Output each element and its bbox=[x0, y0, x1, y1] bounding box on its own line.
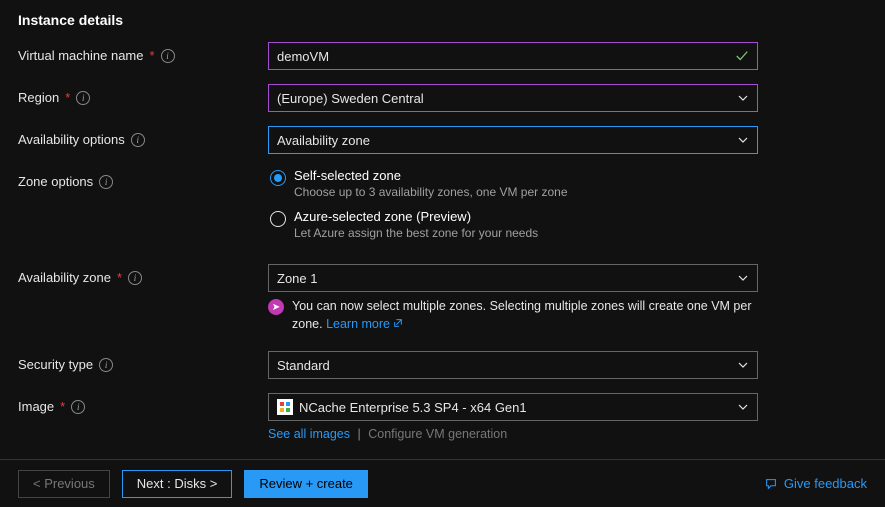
availability-options-select[interactable]: Availability zone bbox=[268, 126, 758, 154]
previous-button: < Previous bbox=[18, 470, 110, 498]
zone-option-self[interactable]: Self-selected zone Choose up to 3 availa… bbox=[270, 168, 867, 199]
required-indicator: * bbox=[60, 399, 65, 414]
label-image: Image bbox=[18, 399, 54, 414]
chevron-down-icon bbox=[737, 272, 749, 284]
vm-name-input[interactable]: demoVM bbox=[268, 42, 758, 70]
label-region: Region bbox=[18, 90, 59, 105]
label-vm-name: Virtual machine name bbox=[18, 48, 144, 63]
availability-zone-value: Zone 1 bbox=[277, 271, 317, 286]
separator: | bbox=[357, 427, 360, 441]
zone-option-azure-desc: Let Azure assign the best zone for your … bbox=[294, 226, 538, 240]
label-availability-zone: Availability zone bbox=[18, 270, 111, 285]
see-all-images-link[interactable]: See all images bbox=[268, 427, 350, 441]
security-type-value: Standard bbox=[277, 358, 330, 373]
label-security-type: Security type bbox=[18, 357, 93, 372]
required-indicator: * bbox=[65, 90, 70, 105]
availability-zone-select[interactable]: Zone 1 bbox=[268, 264, 758, 292]
next-button[interactable]: Next : Disks > bbox=[122, 470, 233, 498]
feedback-icon bbox=[764, 477, 778, 491]
label-availability-options: Availability options bbox=[18, 132, 125, 147]
image-value: NCache Enterprise 5.3 SP4 - x64 Gen1 bbox=[299, 400, 527, 415]
region-value: (Europe) Sweden Central bbox=[277, 91, 424, 106]
zone-option-self-label: Self-selected zone bbox=[294, 168, 568, 183]
image-select[interactable]: NCache Enterprise 5.3 SP4 - x64 Gen1 bbox=[268, 393, 758, 421]
section-heading: Instance details bbox=[18, 12, 867, 28]
info-icon[interactable]: i bbox=[128, 271, 142, 285]
chevron-down-icon bbox=[737, 401, 749, 413]
zone-option-azure-label: Azure-selected zone (Preview) bbox=[294, 209, 538, 224]
external-link-icon bbox=[393, 317, 403, 331]
security-type-select[interactable]: Standard bbox=[268, 351, 758, 379]
zone-option-azure[interactable]: Azure-selected zone (Preview) Let Azure … bbox=[270, 209, 867, 240]
info-icon[interactable]: i bbox=[71, 400, 85, 414]
info-icon[interactable]: i bbox=[131, 133, 145, 147]
info-icon[interactable]: i bbox=[99, 175, 113, 189]
region-select[interactable]: (Europe) Sweden Central bbox=[268, 84, 758, 112]
checkmark-icon bbox=[735, 49, 749, 63]
review-create-button[interactable]: Review + create bbox=[244, 470, 368, 498]
chevron-down-icon bbox=[737, 92, 749, 104]
radio-icon bbox=[270, 170, 286, 186]
image-thumbnail-icon bbox=[277, 399, 293, 415]
required-indicator: * bbox=[150, 48, 155, 63]
wizard-footer: < Previous Next : Disks > Review + creat… bbox=[0, 459, 885, 507]
vm-name-value: demoVM bbox=[277, 49, 329, 64]
give-feedback-link[interactable]: Give feedback bbox=[764, 476, 867, 491]
availability-options-value: Availability zone bbox=[277, 133, 370, 148]
radio-icon bbox=[270, 211, 286, 227]
zone-option-self-desc: Choose up to 3 availability zones, one V… bbox=[294, 185, 568, 199]
chevron-down-icon bbox=[737, 359, 749, 371]
label-zone-options: Zone options bbox=[18, 174, 93, 189]
tip-badge-icon: ➤ bbox=[268, 299, 284, 315]
learn-more-link[interactable]: Learn more bbox=[326, 317, 403, 331]
required-indicator: * bbox=[117, 270, 122, 285]
configure-vm-generation: Configure VM generation bbox=[368, 427, 507, 441]
chevron-down-icon bbox=[737, 134, 749, 146]
info-icon[interactable]: i bbox=[161, 49, 175, 63]
info-icon[interactable]: i bbox=[76, 91, 90, 105]
info-icon[interactable]: i bbox=[99, 358, 113, 372]
tip-text: You can now select multiple zones. Selec… bbox=[292, 298, 758, 333]
